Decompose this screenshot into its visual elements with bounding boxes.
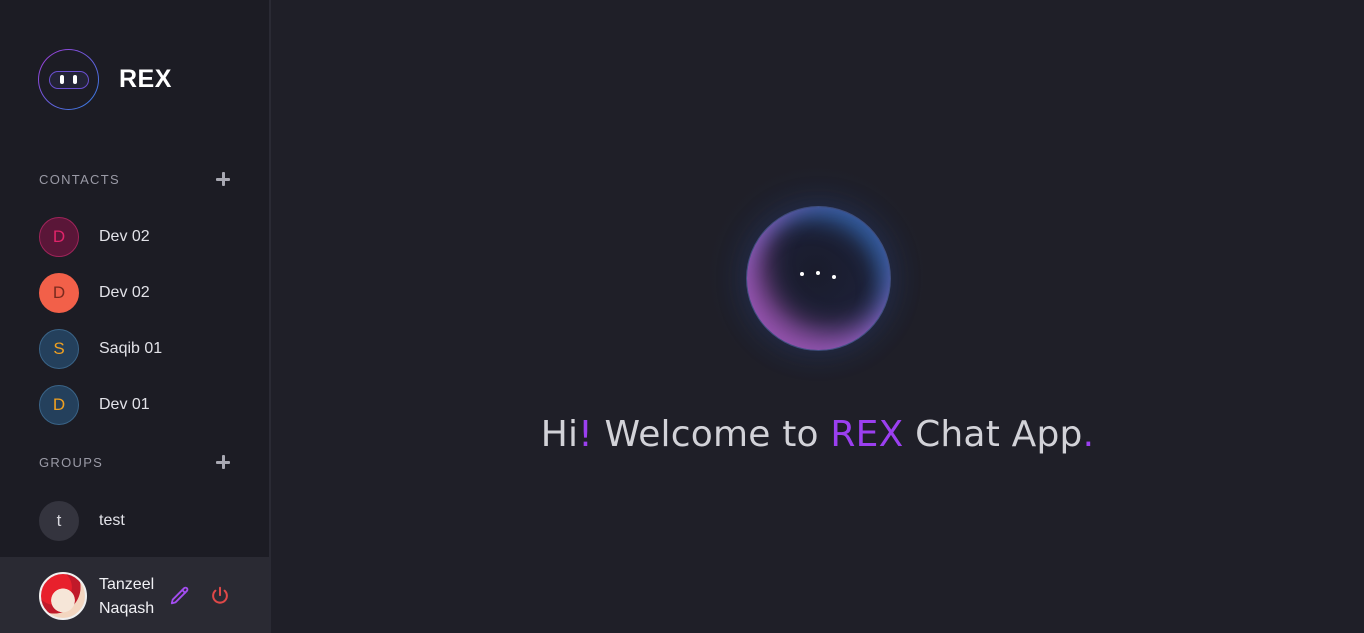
contacts-label: CONTACTS (39, 171, 120, 187)
contact-item[interactable]: D Dev 01 (39, 385, 150, 425)
contact-avatar: D (39, 385, 79, 425)
contact-avatar-initial: D (52, 227, 66, 246)
group-item[interactable]: t test (39, 501, 125, 541)
groups-header: GROUPS (39, 454, 231, 470)
contact-item[interactable]: D Dev 02 (39, 217, 150, 257)
robot-visor-icon (48, 70, 89, 89)
contact-name: Dev 01 (99, 396, 150, 413)
assistant-orb-icon (746, 206, 891, 351)
orb-dot (832, 275, 836, 279)
contact-avatar: D (39, 217, 79, 257)
group-name: test (99, 512, 125, 529)
welcome-tail: Chat App (903, 414, 1083, 455)
orb-dot (816, 271, 820, 275)
add-group-plus-icon[interactable] (215, 454, 231, 470)
add-contact-plus-icon[interactable] (215, 171, 231, 187)
welcome-middle: Welcome to (592, 414, 831, 455)
user-avatar[interactable] (39, 572, 87, 620)
groups-label: GROUPS (39, 454, 104, 470)
main-panel: Hi! Welcome to REX Chat App. (271, 0, 1364, 633)
contact-name: Dev 02 (99, 284, 150, 301)
user-name: Tanzeel Naqash (99, 573, 154, 621)
logout-power-icon[interactable] (209, 585, 231, 607)
rex-logo-icon (38, 49, 99, 110)
user-last-name: Naqash (99, 600, 155, 617)
contact-name: Dev 02 (99, 228, 150, 245)
contacts-header: CONTACTS (39, 171, 231, 187)
welcome-brand: REX (830, 414, 904, 455)
user-first-name: Tanzeel (99, 576, 155, 593)
app-name: REX (119, 65, 172, 93)
robot-eye-right-icon (73, 75, 77, 84)
group-avatar-initial: t (56, 511, 62, 530)
app-root: REX CONTACTS D Dev 02 D Dev 02 S Saqib 0… (0, 0, 1364, 633)
welcome-hi: Hi (540, 414, 579, 455)
contact-avatar: S (39, 329, 79, 369)
contact-avatar-initial: D (52, 395, 66, 414)
contact-item[interactable]: S Saqib 01 (39, 329, 162, 369)
welcome-dot: . (1082, 414, 1095, 455)
contact-item[interactable]: D Dev 02 (39, 273, 150, 313)
sidebar: REX CONTACTS D Dev 02 D Dev 02 S Saqib 0… (0, 0, 271, 633)
current-user-panel: Tanzeel Naqash (0, 557, 269, 633)
robot-eye-left-icon (60, 75, 64, 84)
orb-dot (800, 272, 804, 276)
welcome-heading: Hi! Welcome to REX Chat App. (271, 414, 1364, 455)
contact-avatar: D (39, 273, 79, 313)
welcome-exclamation: ! (578, 414, 593, 455)
brand[interactable]: REX (38, 49, 172, 110)
contact-name: Saqib 01 (99, 340, 163, 357)
edit-profile-pencil-icon[interactable] (169, 585, 191, 607)
contact-avatar-initial: S (53, 339, 65, 358)
group-avatar: t (39, 501, 79, 541)
contact-avatar-initial: D (52, 283, 66, 302)
